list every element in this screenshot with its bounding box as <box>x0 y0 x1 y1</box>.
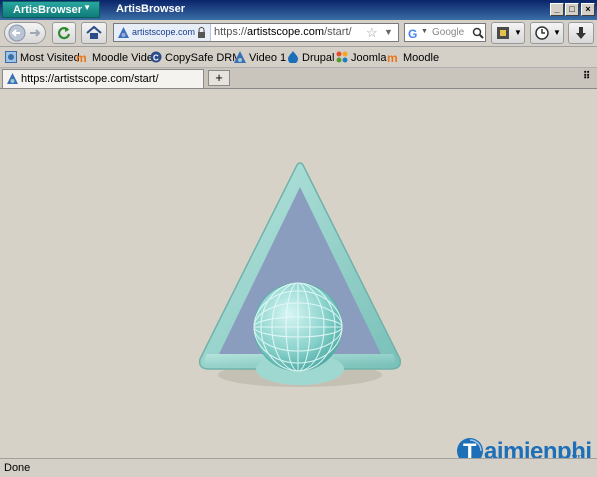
app-menu-label: ArtisBrowser <box>13 4 83 16</box>
close-button[interactable]: × <box>581 3 595 16</box>
window-title: ArtisBrowser <box>116 3 186 15</box>
bookmark-drupal[interactable]: Drupal <box>287 51 334 64</box>
lock-icon <box>198 27 205 38</box>
bookmark-joomla[interactable]: Joomla <box>336 51 386 64</box>
search-bar[interactable]: G ▼ Google <box>404 23 486 42</box>
back-icon[interactable] <box>8 24 26 45</box>
reload-button[interactable] <box>52 22 76 44</box>
most-visited-icon <box>5 51 17 63</box>
bookmark-star-icon[interactable]: ☆ <box>366 25 378 41</box>
download-arrow-icon <box>576 27 586 39</box>
app-menu-button[interactable]: ArtisBrowser ▼ <box>2 1 100 18</box>
joomla-icon <box>336 51 348 63</box>
bookmarks-toolbar: Most Visited m Moodle Video C CopySafe DRM… <box>0 47 597 68</box>
url-bar[interactable]: artistscope.com https://artistscope.com/… <box>113 23 399 42</box>
tab-list-icon[interactable]: ⠿ <box>583 71 590 82</box>
chevron-down-icon: ▼ <box>83 3 91 12</box>
url-host: artistscope.com <box>247 26 325 38</box>
bookmark-label: Moodle <box>403 52 440 64</box>
svg-text:G: G <box>408 27 417 39</box>
forward-icon[interactable] <box>27 25 43 44</box>
bookmark-most-visited[interactable]: Most Visited <box>5 51 80 64</box>
drupal-icon <box>288 51 298 63</box>
url-text[interactable]: https://artistscope.com/start/ <box>214 26 352 38</box>
artis-icon <box>118 27 129 38</box>
addons-dropdown-icon: ▼ <box>514 28 522 37</box>
artistscope-logo <box>198 162 402 387</box>
google-icon: G <box>408 27 417 39</box>
svg-text:C: C <box>153 54 159 63</box>
home-icon <box>86 25 102 39</box>
bookmark-moodle-video[interactable]: m Moodle Video <box>76 51 159 64</box>
tab-start[interactable]: https://artistscope.com/start/ <box>2 69 204 88</box>
history-button[interactable]: ▼ <box>530 22 564 44</box>
navigation-toolbar: artistscope.com https://artistscope.com/… <box>0 20 597 47</box>
search-input[interactable]: Google <box>432 27 464 38</box>
back-forward-group <box>4 22 46 44</box>
home-button[interactable] <box>81 22 107 44</box>
title-bar: ArtisBrowser ▼ ArtisBrowser _ □ × <box>0 0 597 20</box>
copysafe-icon: C <box>150 51 162 63</box>
addon-puzzle-icon <box>497 27 509 39</box>
moodle-icon: m <box>387 51 398 63</box>
clock-icon <box>535 26 549 40</box>
maximize-button[interactable]: □ <box>565 3 579 16</box>
bookmark-video-1[interactable]: Video 1 <box>234 51 286 64</box>
url-prefix: https:// <box>214 26 248 38</box>
page-content: T aimienphi .vn <box>0 89 597 465</box>
status-text: Done <box>4 462 31 474</box>
search-icon[interactable] <box>472 27 484 39</box>
tab-title: https://artistscope.com/start/ <box>21 73 159 85</box>
svg-text:m: m <box>387 51 398 63</box>
site-identity-label: artistscope.com <box>132 27 196 37</box>
minimize-button[interactable]: _ <box>550 3 564 16</box>
site-identity-button[interactable]: artistscope.com <box>114 24 211 41</box>
svg-text:m: m <box>76 51 87 63</box>
addons-button[interactable]: ▼ <box>491 22 525 44</box>
artis-icon <box>234 51 246 63</box>
status-bar: Done <box>0 458 597 477</box>
artis-icon <box>7 73 18 84</box>
bookmark-label: Drupal <box>302 52 335 64</box>
new-tab-button[interactable]: + <box>208 70 230 86</box>
bookmark-label: Joomla <box>351 52 387 64</box>
bookmark-label: Most Visited <box>20 52 80 64</box>
search-engine-dropdown-icon[interactable]: ▼ <box>421 28 428 35</box>
downloads-button[interactable] <box>568 22 594 44</box>
bookmark-moodle[interactable]: m Moodle <box>387 51 439 64</box>
bookmark-label: CopySafe DRM <box>165 52 242 64</box>
reload-icon <box>57 27 71 40</box>
url-path: /start/ <box>324 26 352 38</box>
moodle-icon: m <box>76 51 87 63</box>
tab-strip: https://artistscope.com/start/ + ⠿ <box>0 68 597 89</box>
url-dropdown-icon[interactable]: ▼ <box>384 27 393 37</box>
bookmark-label: Video 1 <box>249 52 287 64</box>
history-dropdown-icon: ▼ <box>553 28 561 37</box>
bookmark-copysafe-drm[interactable]: C CopySafe DRM <box>150 51 241 64</box>
